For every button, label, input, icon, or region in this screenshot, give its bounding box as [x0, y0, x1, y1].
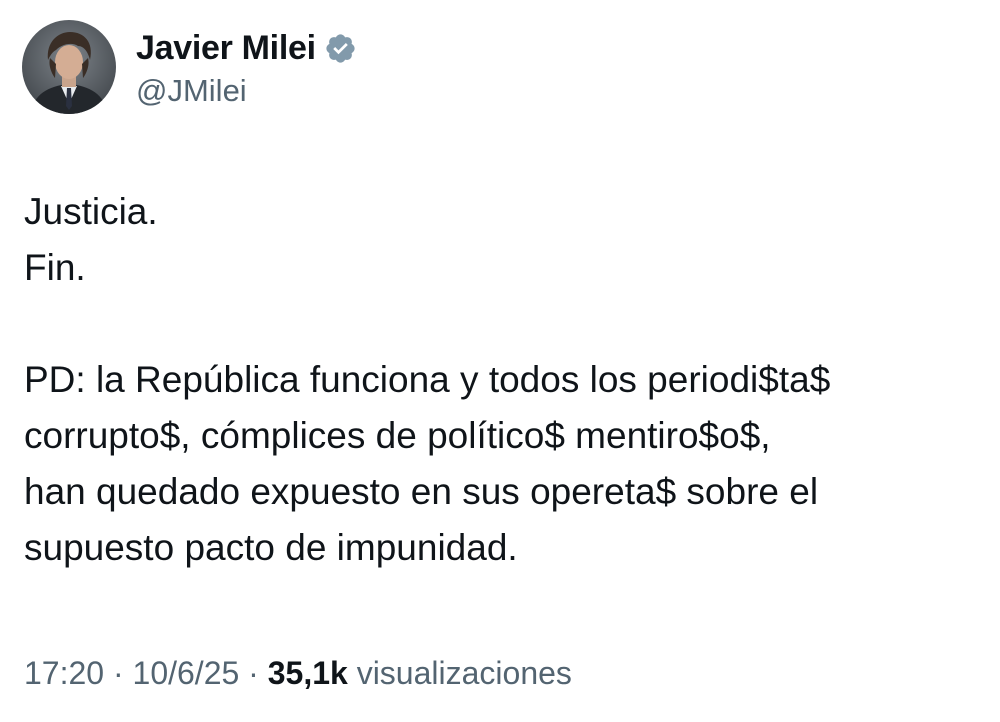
avatar[interactable] — [22, 20, 116, 114]
verified-badge-icon — [324, 32, 357, 65]
views-label: visualizaciones — [356, 655, 572, 691]
tweet-line: PD: la República funciona y todos los pe… — [24, 359, 831, 400]
handle[interactable]: @JMilei — [136, 73, 357, 109]
avatar-photo — [22, 20, 116, 114]
tweet-time[interactable]: 17:20 — [24, 655, 104, 691]
meta-separator: · — [112, 655, 124, 691]
tweet-line: Justicia. — [24, 191, 158, 232]
tweet-line: supuesto pacto de impunidad. — [24, 527, 518, 568]
tweet-line: corrupto$, cómplices de político$ mentir… — [24, 415, 771, 456]
tweet-line: han quedado expuesto en sus opereta$ sob… — [24, 471, 819, 512]
tweet-card: Javier Milei @JMilei Justicia. Fin. PD: … — [0, 0, 1000, 722]
tweet-date[interactable]: 10/6/25 — [133, 655, 240, 691]
tweet-line: Fin. — [24, 247, 86, 288]
tweet-meta: 17:20 · 10/6/25 · 35,1k visualizaciones — [24, 655, 572, 692]
meta-separator: · — [248, 655, 259, 691]
tweet-header: Javier Milei @JMilei — [22, 20, 357, 114]
display-name[interactable]: Javier Milei — [136, 29, 316, 68]
display-name-row: Javier Milei — [136, 25, 357, 71]
author-names: Javier Milei @JMilei — [136, 25, 357, 109]
views-count: 35,1k — [267, 655, 348, 691]
tweet-text: Justicia. Fin. PD: la República funciona… — [24, 184, 984, 576]
